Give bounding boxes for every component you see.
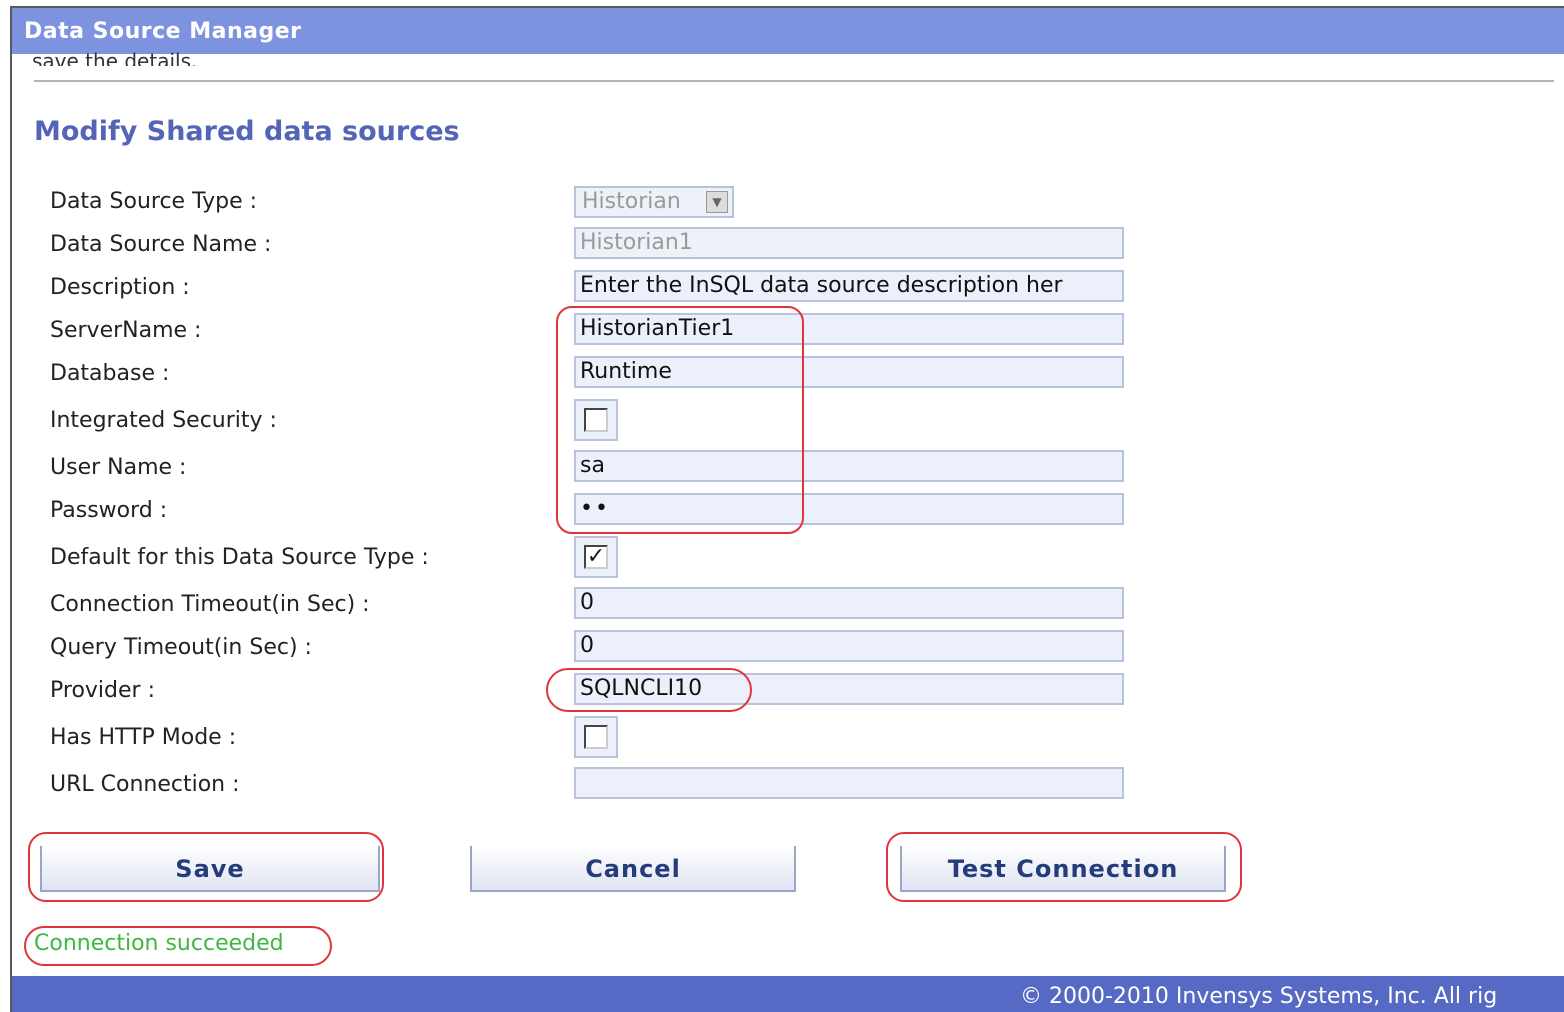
- title-bar: Data Source Manager: [12, 8, 1564, 54]
- label-url-connection: URL Connection :: [50, 772, 240, 797]
- copyright-text: © 2000-2010 Invensys Systems, Inc. All r…: [1020, 984, 1498, 1009]
- label-database: Database :: [50, 361, 170, 386]
- label-user-name: User Name :: [50, 455, 187, 480]
- cancel-button[interactable]: Cancel: [470, 846, 796, 892]
- label-description: Description :: [50, 275, 190, 300]
- label-password: Password :: [50, 498, 168, 523]
- label-connection-timeout: Connection Timeout(in Sec) :: [50, 592, 370, 617]
- intro-text: save the details.: [32, 49, 198, 66]
- label-data-source-name: Data Source Name :: [50, 232, 272, 257]
- connection-status-message: Connection succeeded: [34, 931, 284, 955]
- divider: [34, 80, 1554, 82]
- highlight-provider: [546, 668, 752, 712]
- data-source-name-field[interactable]: Historian1: [574, 227, 1124, 259]
- window-title: Data Source Manager: [24, 19, 302, 44]
- has-http-mode-checkbox-cell: [574, 716, 618, 758]
- label-has-http-mode: Has HTTP Mode :: [50, 725, 237, 750]
- data-source-type-value: Historian: [582, 189, 681, 214]
- query-timeout-field[interactable]: 0: [574, 630, 1124, 662]
- label-server-name: ServerName :: [50, 318, 202, 343]
- url-connection-field[interactable]: [574, 767, 1124, 799]
- footer-bar: © 2000-2010 Invensys Systems, Inc. All r…: [12, 976, 1564, 1012]
- default-for-type-checkbox[interactable]: ✓: [584, 545, 608, 569]
- section-title: Modify Shared data sources: [34, 116, 460, 147]
- label-default-for-type: Default for this Data Source Type :: [50, 545, 429, 570]
- highlight-connection-fields: [556, 306, 804, 534]
- data-source-type-select[interactable]: Historian ▼: [574, 186, 734, 218]
- label-query-timeout: Query Timeout(in Sec) :: [50, 635, 312, 660]
- highlight-test-connection-button: [886, 832, 1242, 902]
- dropdown-arrow-icon[interactable]: ▼: [706, 191, 728, 213]
- highlight-save-button: [28, 832, 384, 902]
- label-integrated-security: Integrated Security :: [50, 408, 277, 433]
- connection-timeout-field[interactable]: 0: [574, 587, 1124, 619]
- has-http-mode-checkbox[interactable]: [584, 725, 608, 749]
- description-field[interactable]: Enter the InSQL data source description …: [574, 270, 1124, 302]
- label-provider: Provider :: [50, 678, 155, 703]
- default-for-type-checkbox-cell: ✓: [574, 536, 618, 578]
- data-source-manager-window: Data Source Manager save the details. Mo…: [10, 6, 1564, 1012]
- label-data-source-type: Data Source Type :: [50, 189, 258, 214]
